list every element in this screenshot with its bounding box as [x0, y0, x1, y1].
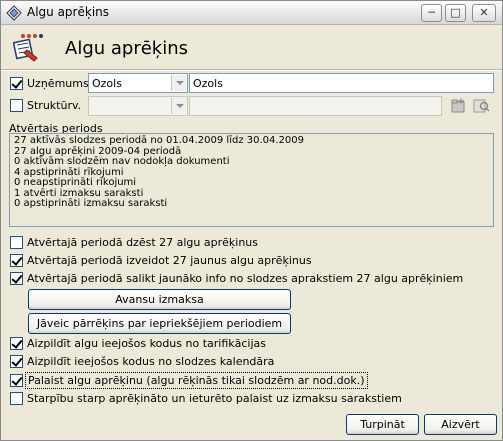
continue-button[interactable]: Turpināt — [346, 414, 419, 435]
page-title: Algu aprēķins — [65, 38, 189, 59]
period-line: 0 aktīvām slodzēm nav nodokļa dokumenti — [14, 156, 230, 167]
fill-from-calendar-label: Aizpildīt ieejošos kodus no slodzes kale… — [27, 355, 275, 368]
run-calculation-checkbox[interactable] — [10, 374, 23, 387]
run-calculation-label: Palaist algu aprēķinu (algu rēķinās tika… — [25, 372, 368, 389]
minimize-button[interactable]: ─ — [421, 4, 442, 22]
chevron-down-icon[interactable] — [171, 98, 186, 114]
maximize-button[interactable]: □ — [445, 4, 466, 22]
minimize-icon: ─ — [428, 6, 435, 19]
period-line: 0 neapstiprināti rīkojumi — [14, 177, 137, 188]
header-divider — [1, 69, 502, 71]
app-icon — [6, 5, 22, 21]
recalculation-button[interactable]: Jāveic pārrēķins par iepriekšējiem perio… — [28, 313, 291, 334]
chevron-down-icon[interactable] — [171, 75, 186, 91]
period-line: 27 aktīvās slodzes periodā no 01.04.2009… — [14, 135, 305, 146]
company-checkbox[interactable] — [10, 77, 23, 90]
close-button[interactable]: Aizvērt — [424, 414, 497, 435]
delete-calculations-label: Atvērtajā periodā dzēst 27 algu aprēķinu… — [27, 236, 258, 249]
structure-name-field[interactable] — [189, 96, 442, 116]
maximize-icon: □ — [450, 6, 461, 19]
structure-label: Struktūrv. — [27, 99, 82, 112]
advance-payment-button[interactable]: Avansu izmaksa — [28, 289, 291, 310]
company-label: Uzņēmums — [27, 77, 89, 90]
load-latest-info-checkbox[interactable] — [10, 272, 23, 285]
create-calculations-checkbox[interactable] — [10, 254, 23, 267]
algu-aprekins-window: Algu aprēķins ─ □ ✕ Algu aprēķins Uzņēmu… — [0, 0, 503, 441]
delete-calculations-checkbox[interactable] — [10, 236, 23, 249]
search-icon[interactable] — [473, 97, 491, 115]
fill-from-calendar-checkbox[interactable] — [10, 355, 23, 368]
structure-checkbox[interactable] — [10, 99, 23, 112]
company-name-value: Ozols — [193, 77, 223, 90]
company-name-field[interactable]: Ozols — [189, 73, 494, 93]
company-code-combo[interactable]: Ozols — [88, 73, 188, 93]
structure-code-combo[interactable] — [88, 96, 188, 116]
difference-to-lists-checkbox[interactable] — [10, 392, 23, 405]
difference-to-lists-label: Starpību starp aprēķināto un ieturēto pa… — [27, 392, 402, 405]
load-latest-info-label: Atvērtajā periodā salikt jaunāko info no… — [27, 272, 464, 285]
title-bar: Algu aprēķins ─ □ ✕ — [1, 1, 502, 25]
create-calculations-label: Atvērtajā periodā izveidot 27 jaunus alg… — [27, 254, 312, 267]
period-info-box: 27 aktīvās slodzes periodā no 01.04.2009… — [9, 133, 494, 227]
company-code-value: Ozols — [92, 77, 122, 90]
folder-tree-icon[interactable] — [450, 97, 468, 115]
period-line: 0 apstiprināti izmaksu saraksti — [14, 198, 168, 209]
payroll-icon — [13, 34, 43, 62]
fill-from-tariffs-label: Aizpildīt algu ieejošos kodus no tarifik… — [27, 337, 267, 350]
close-icon: ✕ — [479, 6, 489, 19]
fill-from-tariffs-checkbox[interactable] — [10, 337, 23, 350]
close-window-button[interactable]: ✕ — [472, 4, 496, 22]
window-title: Algu aprēķins — [27, 5, 110, 19]
